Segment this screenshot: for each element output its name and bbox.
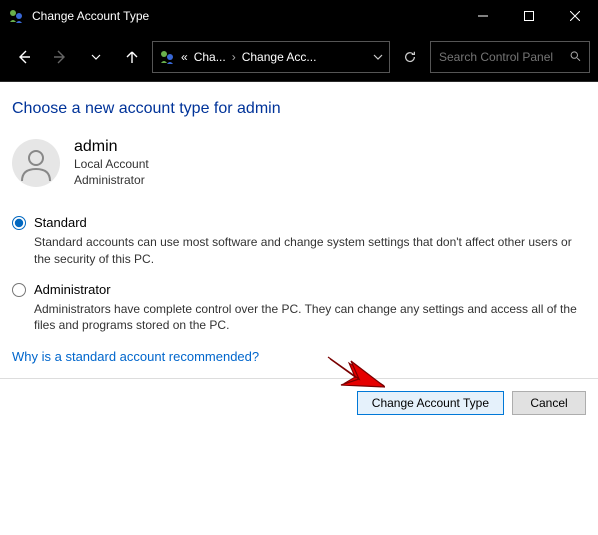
minimize-button[interactable] — [460, 0, 506, 32]
account-type-label: Local Account — [74, 156, 149, 172]
radio-administrator[interactable] — [12, 283, 26, 297]
breadcrumb-item-2[interactable]: Change Acc... — [242, 50, 317, 64]
page-heading: Choose a new account type for admin — [12, 100, 586, 118]
maximize-icon — [524, 11, 534, 21]
account-info: admin Local Account Administrator — [74, 138, 149, 188]
forward-arrow-icon — [52, 49, 68, 65]
close-button[interactable] — [552, 0, 598, 32]
account-name: admin — [74, 138, 149, 156]
address-bar: « Cha... › Change Acc... — [0, 32, 598, 82]
forward-button[interactable] — [44, 41, 76, 73]
help-link[interactable]: Why is a standard account recommended? — [12, 349, 586, 364]
option-standard-label[interactable]: Standard — [34, 215, 87, 230]
maximize-button[interactable] — [506, 0, 552, 32]
divider — [0, 378, 598, 379]
back-button[interactable] — [8, 41, 40, 73]
window-title: Change Account Type — [32, 9, 460, 23]
chevron-down-icon — [91, 52, 101, 62]
option-administrator: Administrator Administrators have comple… — [12, 281, 586, 333]
option-administrator-label[interactable]: Administrator — [34, 282, 111, 297]
breadcrumb[interactable]: « Cha... › Change Acc... — [152, 41, 390, 73]
account-summary: admin Local Account Administrator — [12, 138, 586, 188]
refresh-icon — [403, 50, 417, 64]
window-controls — [460, 0, 598, 32]
search-input[interactable] — [439, 50, 564, 64]
option-standard: Standard Standard accounts can use most … — [12, 214, 586, 266]
option-standard-desc: Standard accounts can use most software … — [34, 234, 586, 266]
radio-standard[interactable] — [12, 216, 26, 230]
back-arrow-icon — [16, 49, 32, 65]
recent-locations-button[interactable] — [80, 41, 112, 73]
chevron-down-icon[interactable] — [373, 52, 383, 62]
main-content: Choose a new account type for admin admi… — [0, 82, 598, 433]
search-icon — [570, 50, 581, 63]
breadcrumb-prefix: « — [181, 50, 188, 64]
option-administrator-desc: Administrators have complete control ove… — [34, 301, 586, 333]
up-button[interactable] — [116, 41, 148, 73]
breadcrumb-item-1[interactable]: Cha... — [194, 50, 226, 64]
user-accounts-icon — [159, 49, 175, 65]
up-arrow-icon — [124, 49, 140, 65]
user-avatar-icon — [18, 145, 54, 181]
search-box[interactable] — [430, 41, 590, 73]
footer-buttons: Change Account Type Cancel — [12, 391, 586, 415]
titlebar: Change Account Type — [0, 0, 598, 32]
close-icon — [570, 11, 580, 21]
change-account-type-button[interactable]: Change Account Type — [357, 391, 504, 415]
chevron-right-icon: › — [232, 50, 236, 64]
refresh-button[interactable] — [394, 41, 426, 73]
minimize-icon — [478, 11, 488, 21]
user-accounts-icon — [8, 8, 24, 24]
account-role-label: Administrator — [74, 172, 149, 188]
avatar — [12, 139, 60, 187]
account-type-options: Standard Standard accounts can use most … — [12, 214, 586, 333]
cancel-button[interactable]: Cancel — [512, 391, 586, 415]
